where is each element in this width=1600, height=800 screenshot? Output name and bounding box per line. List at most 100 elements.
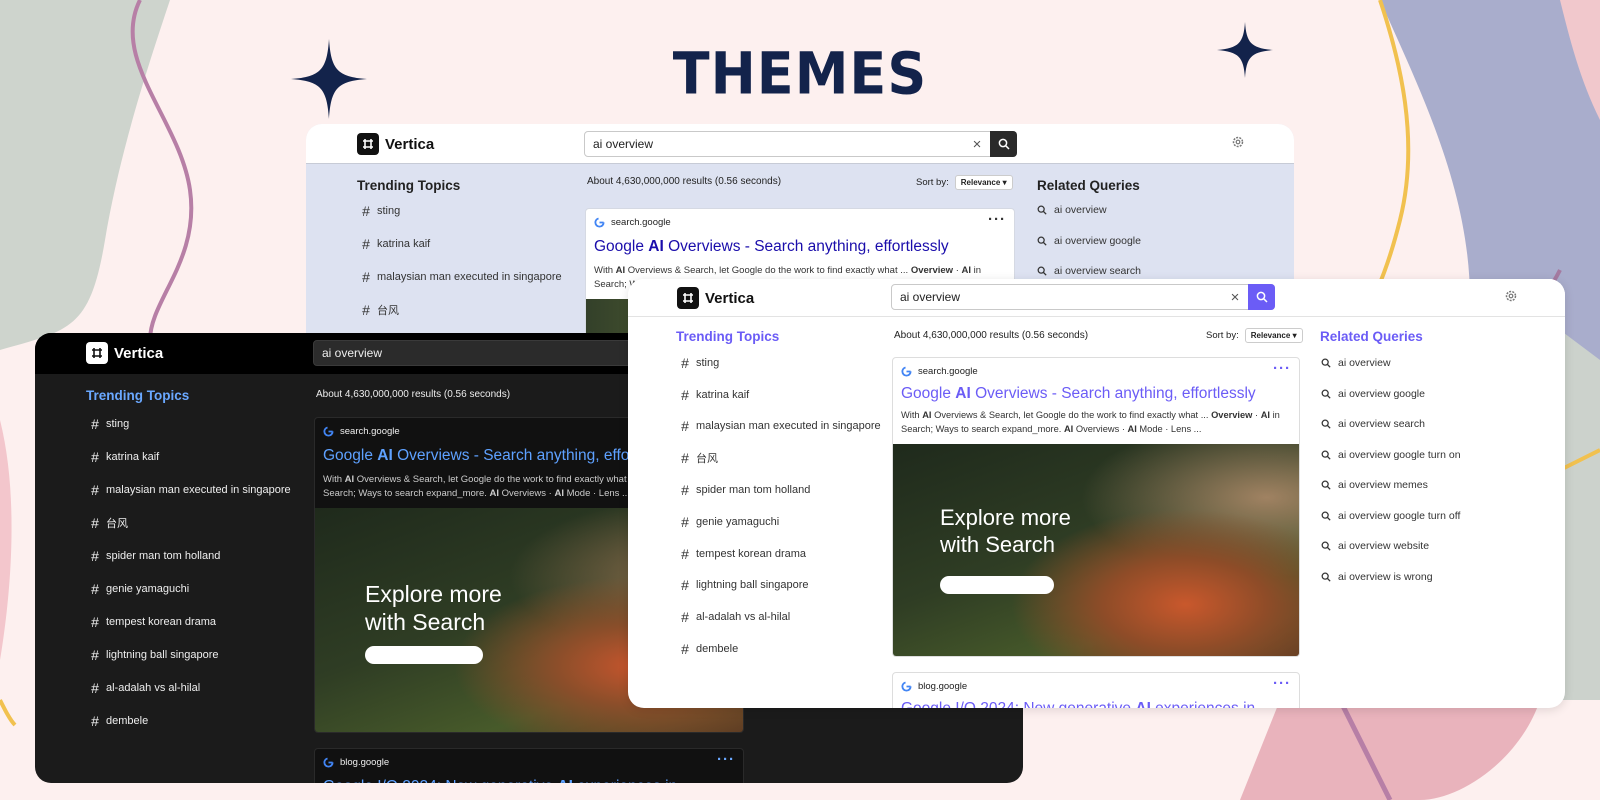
search-button[interactable] (990, 131, 1017, 157)
sort-select[interactable]: Relevance ▾ (1244, 328, 1303, 343)
more-dots-icon[interactable]: ··· (1273, 360, 1291, 377)
image-search-pill (365, 646, 483, 664)
app-logo[interactable]: Vertica (357, 133, 434, 155)
close-icon[interactable]: × (964, 136, 990, 153)
trending-item[interactable]: # malaysian man executed in singapore (676, 411, 881, 443)
hash-icon: # (362, 235, 370, 252)
close-icon[interactable]: × (1222, 289, 1248, 306)
hash-icon: # (681, 450, 689, 467)
google-g-icon (901, 366, 912, 377)
sort-control[interactable]: Sort by: Relevance ▾ (1206, 328, 1303, 343)
more-dots-icon[interactable]: ··· (1273, 675, 1291, 692)
result-title-link[interactable]: Google AI Overviews - Search anything, e… (323, 447, 678, 465)
trending-item[interactable]: # malaysian man executed in singapore (86, 473, 291, 506)
trending-item[interactable]: # 台风 (676, 442, 881, 474)
gear-icon[interactable] (1231, 135, 1245, 149)
hash-icon: # (362, 202, 370, 219)
page-title: THEMES (672, 39, 928, 108)
hash-icon: # (681, 641, 689, 658)
result-source: search.google (901, 366, 978, 377)
hash-icon: # (681, 354, 689, 371)
more-dots-icon[interactable]: ··· (988, 211, 1006, 228)
related-item[interactable]: ai overview memes (1321, 470, 1461, 501)
trending-item[interactable]: # sting (86, 407, 291, 440)
trending-item[interactable]: # al-adalah vs al-hilal (676, 601, 881, 633)
hash-icon: # (91, 448, 99, 465)
result-card[interactable]: search.google ··· Google AI Overviews - … (892, 357, 1300, 657)
magnifier-icon (1037, 205, 1047, 215)
more-dots-icon[interactable]: ··· (717, 751, 735, 768)
trending-item[interactable]: # spider man tom holland (676, 474, 881, 506)
search-bar[interactable]: ai overview × (584, 131, 1017, 157)
app-name: Vertica (114, 344, 164, 362)
gear-icon[interactable] (1504, 289, 1518, 303)
result-title-link[interactable]: Google AI Overviews - Search anything, e… (594, 238, 949, 256)
hash-icon: # (91, 481, 99, 498)
hash-icon: # (91, 580, 99, 597)
vertica-logo-icon (677, 287, 699, 309)
trending-item[interactable]: # dembele (86, 704, 291, 737)
related-item[interactable]: ai overview google (1321, 379, 1461, 410)
app-header: Vertica ai overview × (306, 124, 1294, 164)
image-search-pill (940, 576, 1054, 594)
trending-item[interactable]: # lightning ball singapore (676, 570, 881, 602)
trending-item[interactable]: # tempest korean drama (86, 605, 291, 638)
trending-item[interactable]: # spider man tom holland (86, 539, 291, 572)
hash-icon: # (362, 301, 370, 318)
trending-item[interactable]: # katrina kaif (86, 440, 291, 473)
trending-item[interactable]: # 台风 (357, 293, 562, 326)
result-card[interactable]: blog.google ··· Google I/O 2024: New gen… (892, 672, 1300, 708)
trending-item[interactable]: # katrina kaif (357, 227, 562, 260)
related-item[interactable]: ai overview search (1321, 409, 1461, 440)
trending-item[interactable]: # tempest korean drama (676, 538, 881, 570)
trending-item[interactable]: # genie yamaguchi (86, 572, 291, 605)
trending-item[interactable]: # sting (357, 194, 562, 227)
image-caption: Explore more with Search (365, 581, 502, 635)
hash-icon: # (91, 514, 99, 531)
trending-item[interactable]: # malaysian man executed in singapore (357, 260, 562, 293)
trending-item[interactable]: # dembele (676, 633, 881, 665)
search-button[interactable] (1248, 284, 1275, 310)
related-item[interactable]: ai overview google turn off (1321, 501, 1461, 532)
related-item[interactable]: ai overview is wrong (1321, 562, 1461, 593)
magnifier-icon (1321, 419, 1331, 429)
app-logo[interactable]: Vertica (677, 287, 754, 309)
trending-item[interactable]: # katrina kaif (676, 379, 881, 411)
hash-icon: # (91, 679, 99, 696)
result-source: search.google (594, 217, 671, 228)
hash-icon: # (681, 482, 689, 499)
sort-select[interactable]: Relevance ▾ (954, 175, 1013, 190)
search-input[interactable]: ai overview (585, 137, 964, 151)
related-item[interactable]: ai overview (1321, 348, 1461, 379)
app-name: Vertica (385, 135, 435, 153)
hash-icon: # (681, 577, 689, 594)
magnifier-icon (1321, 511, 1331, 521)
related-item[interactable]: ai overview website (1321, 531, 1461, 562)
result-card[interactable]: blog.google ··· Google I/O 2024: New gen… (314, 748, 744, 783)
result-title-link[interactable]: Google I/O 2024: New generative AI exper… (323, 778, 677, 783)
result-snippet: With AI Overviews & Search, let Google d… (901, 410, 1280, 434)
magnifier-icon (1321, 480, 1331, 490)
theme-window-light-purple: Vertica ai overview × Trending Topics # s… (628, 279, 1565, 708)
trending-item[interactable]: # 台风 (86, 506, 291, 539)
result-title-link[interactable]: Google I/O 2024: New generative AI exper… (901, 700, 1255, 708)
search-input[interactable]: ai overview (892, 290, 1222, 304)
trending-item[interactable]: # lightning ball singapore (86, 638, 291, 671)
hash-icon: # (362, 268, 370, 285)
hash-icon: # (681, 545, 689, 562)
trending-item[interactable]: # sting (676, 347, 881, 379)
app-logo[interactable]: Vertica (86, 342, 163, 364)
trending-topics-heading: Trending Topics (86, 388, 190, 403)
hash-icon: # (91, 613, 99, 630)
related-item[interactable]: ai overview google turn on (1321, 440, 1461, 471)
sort-control[interactable]: Sort by: Relevance ▾ (916, 175, 1013, 190)
related-item[interactable]: ai overview (1037, 195, 1141, 226)
result-title-link[interactable]: Google AI Overviews - Search anything, e… (901, 385, 1256, 403)
trending-item[interactable]: # al-adalah vs al-hilal (86, 671, 291, 704)
related-item[interactable]: ai overview google (1037, 226, 1141, 257)
magnifier-icon (1037, 236, 1047, 246)
trending-item[interactable]: # genie yamaguchi (676, 506, 881, 538)
search-bar[interactable]: ai overview × (891, 284, 1275, 310)
app-name: Vertica (705, 289, 755, 307)
hash-icon: # (91, 646, 99, 663)
